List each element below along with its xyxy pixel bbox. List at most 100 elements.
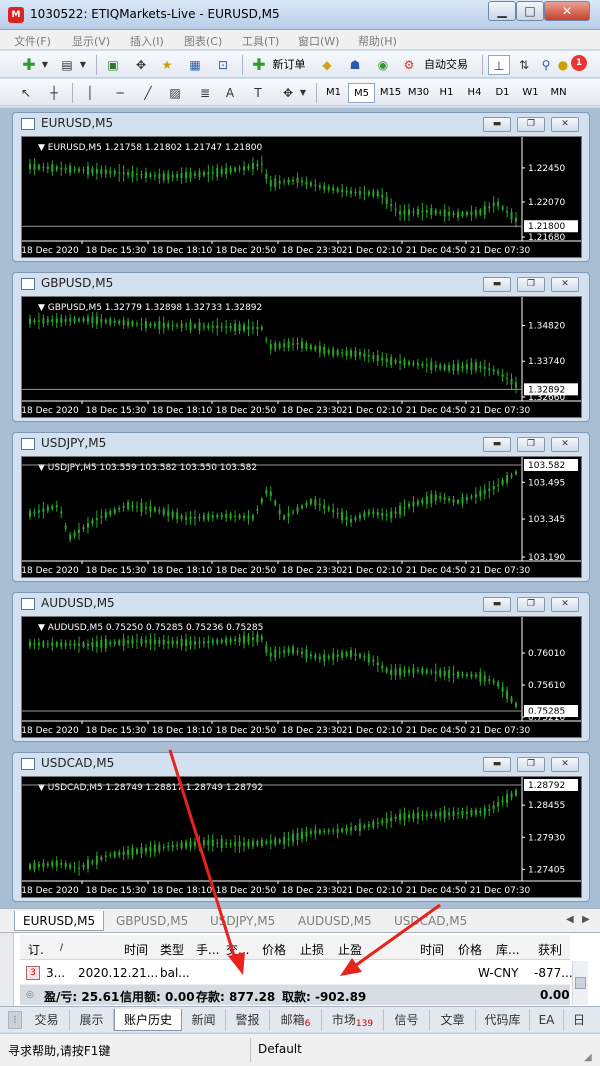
- col-volume[interactable]: 手...: [196, 941, 219, 958]
- chart-minimize-button[interactable]: ▬: [483, 757, 511, 772]
- chart-restore-button[interactable]: ❐: [517, 757, 545, 772]
- search-icon[interactable]: ⚲: [536, 55, 556, 75]
- chevron-down-icon[interactable]: ▼: [40, 55, 50, 75]
- col-type[interactable]: 类型: [160, 941, 184, 958]
- timeframe-d1[interactable]: D1: [489, 83, 516, 103]
- timeframe-h1[interactable]: H1: [433, 83, 460, 103]
- trendline-icon[interactable]: ╱: [138, 83, 158, 103]
- price-chart[interactable]: ▼ AUDUSD,M5 0.75250 0.75285 0.75236 0.75…: [21, 616, 582, 738]
- tab-account-history[interactable]: 账户历史: [114, 1009, 182, 1031]
- menu-help[interactable]: 帮助(H): [358, 33, 397, 49]
- text-icon[interactable]: A: [222, 83, 238, 103]
- text-label-icon[interactable]: T: [250, 83, 266, 103]
- tab-alerts[interactable]: 警报: [226, 1009, 270, 1031]
- chart-close-button[interactable]: ✕: [551, 277, 579, 292]
- tab-news[interactable]: 新闻: [182, 1009, 226, 1031]
- price-chart[interactable]: ▼ USDCAD,M5 1.28749 1.28817 1.28749 1.28…: [21, 776, 582, 898]
- chart-window-usdcad[interactable]: USDCAD,M5 ▬ ❐ ✕ ▼ USDCAD,M5 1.28749 1.28…: [12, 752, 590, 902]
- tab-experts[interactable]: EA: [530, 1009, 564, 1031]
- meta-editor-icon[interactable]: ◆: [316, 55, 338, 75]
- navigator-icon[interactable]: ✥: [130, 55, 152, 75]
- tab-scroll-right-icon[interactable]: ▶: [582, 914, 590, 925]
- col-close-price[interactable]: 价格: [458, 941, 482, 958]
- col-symbol[interactable]: 交...: [226, 941, 249, 958]
- terminal-icon[interactable]: ▦: [184, 55, 206, 75]
- chevron-down-icon[interactable]: ▼: [298, 83, 308, 103]
- chart-restore-button[interactable]: ❐: [517, 117, 545, 132]
- new-chart-icon[interactable]: ✚: [18, 55, 40, 75]
- chart-tab-usdjpy[interactable]: USDJPY,M5: [202, 911, 283, 931]
- maximize-button[interactable]: □: [516, 1, 544, 21]
- scroll-thumb[interactable]: [575, 977, 586, 989]
- price-chart[interactable]: ▼ GBPUSD,M5 1.32779 1.32898 1.32733 1.32…: [21, 296, 582, 418]
- horizontal-line-icon[interactable]: ─: [110, 83, 130, 103]
- price-chart[interactable]: ▼ USDJPY,M5 103.559 103.582 103.550 103.…: [21, 456, 582, 578]
- notifications-icon[interactable]: ●: [556, 55, 570, 75]
- tab-market[interactable]: 市场139: [322, 1009, 384, 1031]
- chart-window-eurusd[interactable]: EURUSD,M5 ▬ ❐ ✕ ▼ EURUSD,M5 1.21758 1.21…: [12, 112, 590, 262]
- chart-restore-button[interactable]: ❐: [517, 277, 545, 292]
- chart-minimize-button[interactable]: ▬: [483, 277, 511, 292]
- equidistant-channel-icon[interactable]: ▨: [164, 83, 186, 103]
- chart-minimize-button[interactable]: ▬: [483, 117, 511, 132]
- col-time[interactable]: 时间: [124, 941, 148, 958]
- menu-file[interactable]: 文件(F): [14, 33, 51, 49]
- col-order[interactable]: 订.: [28, 941, 44, 958]
- market-watch-icon[interactable]: ▣: [102, 55, 124, 75]
- menu-window[interactable]: 窗口(W): [298, 33, 339, 49]
- vertical-line-icon[interactable]: │: [82, 83, 98, 103]
- col-take-profit[interactable]: 止盈: [338, 941, 362, 958]
- chart-window-audusd[interactable]: AUDUSD,M5 ▬ ❐ ✕ ▼ AUDUSD,M5 0.75250 0.75…: [12, 592, 590, 742]
- chart-minimize-button[interactable]: ▬: [483, 437, 511, 452]
- strategy-tester-icon[interactable]: ⊡: [212, 55, 234, 75]
- tab-trade[interactable]: 交易: [24, 1009, 70, 1031]
- indicators-icon[interactable]: ⇅: [514, 55, 534, 75]
- col-profit[interactable]: 获利: [538, 941, 562, 958]
- tab-scroll-left-icon[interactable]: ◀: [566, 914, 574, 925]
- timeframe-mn[interactable]: MN: [545, 83, 572, 103]
- chart-restore-button[interactable]: ❐: [517, 437, 545, 452]
- profiles-icon[interactable]: ▤: [56, 55, 78, 75]
- chart-tab-gbpusd[interactable]: GBPUSD,M5: [108, 911, 196, 931]
- tab-signals[interactable]: 信号: [384, 1009, 430, 1031]
- minimize-button[interactable]: ▁: [488, 1, 516, 21]
- terminal-scrollbar[interactable]: [572, 961, 588, 1005]
- tab-journal[interactable]: 日: [564, 1009, 594, 1031]
- auto-trading-icon[interactable]: ⚙: [398, 55, 420, 75]
- col-price[interactable]: 价格: [262, 941, 286, 958]
- menu-charts[interactable]: 图表(C): [184, 33, 222, 49]
- menu-view[interactable]: 显示(V): [72, 33, 110, 49]
- chart-restore-button[interactable]: ❐: [517, 597, 545, 612]
- table-row[interactable]: 3 3... 2020.12.21... bal... W-CNY -877..…: [20, 961, 573, 985]
- timeframe-m1[interactable]: M1: [320, 83, 347, 103]
- chart-close-button[interactable]: ✕: [551, 597, 579, 612]
- chart-tab-usdcad[interactable]: USDCAD,M5: [386, 911, 475, 931]
- sort-icon[interactable]: /: [60, 943, 63, 953]
- timeframe-m5[interactable]: M5: [348, 83, 375, 103]
- connection-icon[interactable]: ◉: [372, 55, 394, 75]
- chart-window-usdjpy[interactable]: USDJPY,M5 ▬ ❐ ✕ ▼ USDJPY,M5 103.559 103.…: [12, 432, 590, 582]
- timeframe-m30[interactable]: M30: [405, 83, 432, 103]
- tab-exposure[interactable]: 展示: [70, 1009, 114, 1031]
- crosshair-tool-icon[interactable]: ┼: [44, 83, 64, 103]
- tab-mailbox[interactable]: 邮箱6: [270, 1009, 322, 1031]
- timeframe-m15[interactable]: M15: [377, 83, 404, 103]
- chart-tab-audusd[interactable]: AUDUSD,M5: [290, 911, 380, 931]
- chart-close-button[interactable]: ✕: [551, 437, 579, 452]
- data-window-icon[interactable]: ★: [156, 55, 178, 75]
- signals-icon[interactable]: ☗: [344, 55, 366, 75]
- chart-close-button[interactable]: ✕: [551, 757, 579, 772]
- new-order-icon[interactable]: ✚: [248, 55, 270, 75]
- col-stop-loss[interactable]: 止损: [300, 941, 324, 958]
- notifications-badge[interactable]: 1: [571, 55, 587, 71]
- fibonacci-icon[interactable]: ≣: [194, 83, 216, 103]
- col-swap[interactable]: 库...: [496, 941, 519, 958]
- cursor-icon[interactable]: ↖: [16, 83, 36, 103]
- tab-code-base[interactable]: 代码库: [476, 1009, 530, 1031]
- chart-minimize-button[interactable]: ▬: [483, 597, 511, 612]
- timeframe-h4[interactable]: H4: [461, 83, 488, 103]
- close-button[interactable]: ✕: [544, 1, 590, 21]
- chevron-down-icon[interactable]: ▼: [78, 55, 88, 75]
- auto-trading-button[interactable]: 自动交易: [420, 55, 472, 75]
- price-chart[interactable]: ▼ EURUSD,M5 1.21758 1.21802 1.21747 1.21…: [21, 136, 582, 258]
